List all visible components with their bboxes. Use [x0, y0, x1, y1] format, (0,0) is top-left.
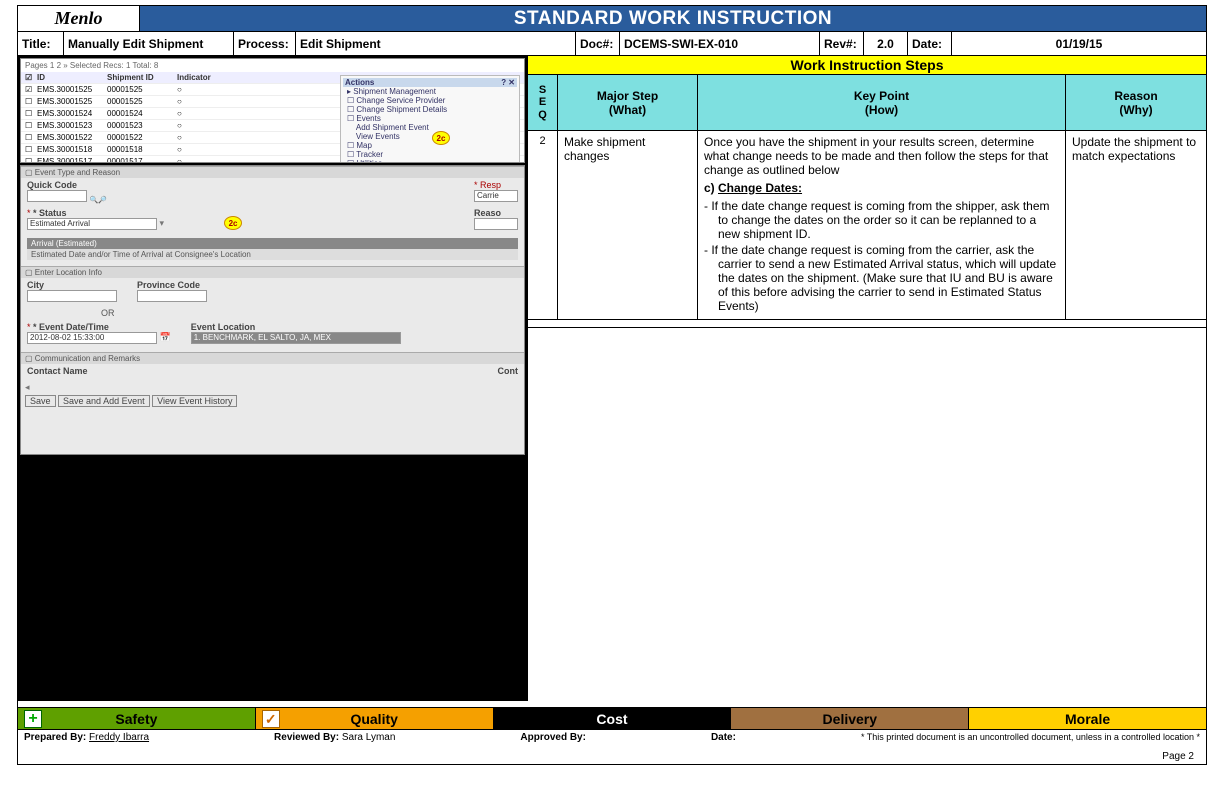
- province-input[interactable]: [137, 290, 207, 302]
- title-label: Title:: [18, 32, 64, 55]
- screenshot-grid: Pages 1 2 » Selected Recs: 1 Total: 8 ☑ …: [20, 58, 525, 163]
- col-why-header: Reason(Why): [1066, 75, 1206, 130]
- city-input[interactable]: [27, 290, 117, 302]
- page-container: Menlo STANDARD WORK INSTRUCTION Title: M…: [17, 5, 1207, 765]
- page-number: Page 2: [1162, 751, 1194, 762]
- how-value: Once you have the shipment in your resul…: [698, 131, 1066, 319]
- process-label: Process:: [234, 32, 296, 55]
- date-value: 01/19/15: [952, 32, 1206, 55]
- morale-box: Morale: [969, 708, 1206, 729]
- screenshot-form: ▢ Event Type and Reason Quick Code 🔍🔎 * …: [20, 165, 525, 455]
- footer-categories: + Safety ✓ Quality Cost Delivery Morale: [18, 708, 1206, 730]
- section-location: ▢ Enter Location Info: [21, 266, 524, 278]
- safety-box: + Safety: [18, 708, 256, 729]
- quality-box: ✓ Quality: [256, 708, 494, 729]
- section-communication: ▢ Communication and Remarks: [21, 352, 524, 364]
- date-label: Date:: [908, 32, 952, 55]
- top-bar: Menlo STANDARD WORK INSTRUCTION: [18, 6, 1206, 32]
- actions-menu[interactable]: Actions? ✕ ▸ Shipment Management☐ Change…: [340, 75, 520, 163]
- spacer-row: [528, 320, 1206, 328]
- col-id: ID: [37, 73, 107, 82]
- col-shipid: Shipment ID: [107, 73, 177, 82]
- seq-value: 2: [528, 131, 558, 319]
- delivery-box: Delivery: [731, 708, 969, 729]
- right-instruction-panel: Work Instruction Steps SEQ Major Step(Wh…: [528, 56, 1206, 701]
- data-row: 2 Make shipment changes Once you have th…: [528, 131, 1206, 320]
- pager-text: Pages 1 2 » Selected Recs: 1 Total: 8: [21, 59, 524, 72]
- save-button[interactable]: Save: [25, 395, 56, 407]
- callout-2c-upper: 2c: [432, 131, 450, 145]
- logo: Menlo: [18, 6, 140, 31]
- section-event-type: ▢ Event Type and Reason: [21, 166, 524, 178]
- doc-value: DCEMS-SWI-EX-010: [620, 32, 820, 55]
- check-icon: ✓: [262, 710, 280, 728]
- quick-code-input[interactable]: [27, 190, 87, 202]
- meta-row: Title: Manually Edit Shipment Process: E…: [18, 32, 1206, 56]
- event-location-input[interactable]: 1. BENCHMARK, EL SALTO, JA, MEX: [191, 332, 401, 344]
- callout-2c-lower: 2c: [224, 216, 242, 230]
- col-indicator: Indicator: [177, 73, 247, 82]
- or-text: OR: [21, 306, 524, 320]
- rev-value: 2.0: [864, 32, 908, 55]
- resp-input[interactable]: Carrie: [474, 190, 518, 202]
- process-value: Edit Shipment: [296, 32, 576, 55]
- title-value: Manually Edit Shipment: [64, 32, 234, 55]
- event-datetime-input[interactable]: 2012-08-02 15:33:00: [27, 332, 157, 344]
- content-area: Pages 1 2 » Selected Recs: 1 Total: 8 ☑ …: [18, 56, 1206, 701]
- arrival-heading: Arrival (Estimated): [27, 238, 518, 249]
- save-add-event-button[interactable]: Save and Add Event: [58, 395, 150, 407]
- disclaimer: * This printed document is an uncontroll…: [861, 732, 1200, 743]
- column-header-row: SEQ Major Step(What) Key Point(How) Reas…: [528, 75, 1206, 131]
- why-value: Update the shipment to match expectation…: [1066, 131, 1206, 319]
- doc-label: Doc#:: [576, 32, 620, 55]
- col-how-header: Key Point(How): [698, 75, 1066, 130]
- left-screenshot-panel: Pages 1 2 » Selected Recs: 1 Total: 8 ☑ …: [18, 56, 528, 701]
- view-history-button[interactable]: View Event History: [152, 395, 237, 407]
- footer: + Safety ✓ Quality Cost Delivery Morale …: [18, 707, 1206, 745]
- cost-box: Cost: [494, 708, 732, 729]
- what-value: Make shipment changes: [558, 131, 698, 319]
- reason-input[interactable]: [474, 218, 518, 230]
- arrival-desc: Estimated Date and/or Time of Arrival at…: [27, 249, 518, 260]
- footer-signatures: Prepared By: Freddy Ibarra Reviewed By: …: [18, 730, 1206, 745]
- work-instruction-steps-header: Work Instruction Steps: [528, 56, 1206, 75]
- col-seq-header: SEQ: [528, 75, 558, 130]
- status-select[interactable]: Estimated Arrival: [27, 218, 157, 230]
- plus-icon: +: [24, 710, 42, 728]
- main-title: STANDARD WORK INSTRUCTION: [140, 6, 1206, 31]
- col-what-header: Major Step(What): [558, 75, 698, 130]
- rev-label: Rev#:: [820, 32, 864, 55]
